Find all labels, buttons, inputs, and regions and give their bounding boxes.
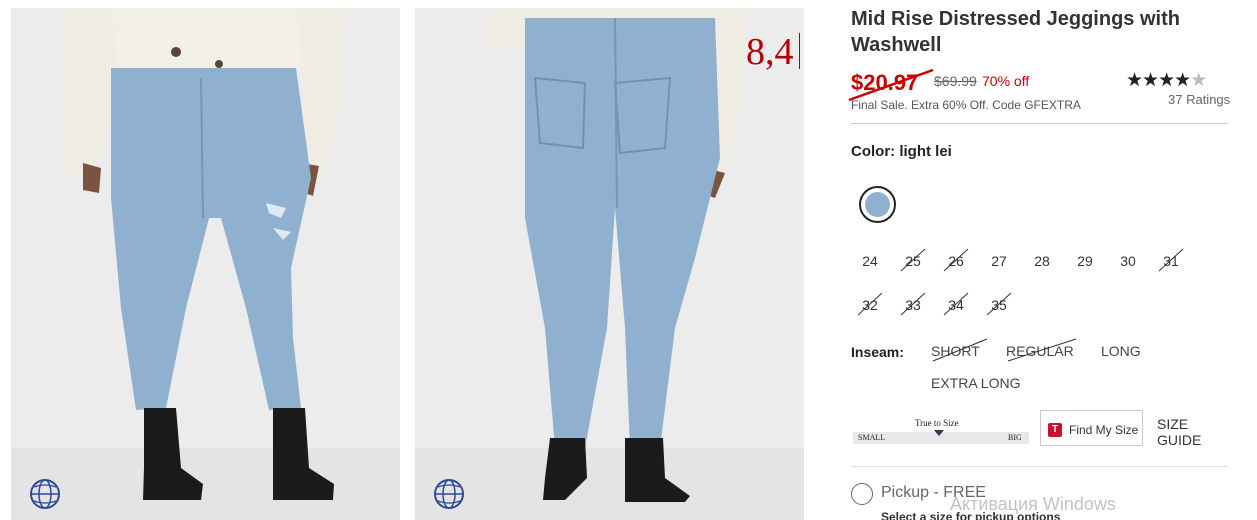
product-image-front[interactable]: [11, 8, 400, 520]
inseam-long[interactable]: LONG: [1101, 341, 1141, 361]
find-my-size-button[interactable]: T Find My Size: [1040, 410, 1143, 446]
promo-text: Final Sale. Extra 60% Off. Code GFEXTRA: [851, 98, 1081, 112]
product-image-back[interactable]: [415, 8, 804, 520]
pickup-radio-icon[interactable]: [851, 483, 873, 505]
star-icon: ★: [1158, 70, 1175, 91]
model-illustration-front: [11, 8, 400, 520]
size-34[interactable]: 34: [937, 291, 975, 319]
fit-small-label: SMALL: [858, 433, 886, 442]
original-price: $69.99: [934, 73, 977, 89]
color-label: Color: light lei: [851, 143, 952, 160]
360-spin-icon[interactable]: [27, 476, 63, 512]
360-spin-icon[interactable]: [431, 476, 467, 512]
size-29[interactable]: 29: [1066, 247, 1104, 275]
star-half-icon: ★: [1190, 70, 1207, 91]
fit-true-to-size: True to Size: [915, 418, 959, 428]
size-28[interactable]: 28: [1023, 247, 1061, 275]
inseam-short[interactable]: SHORT: [931, 338, 988, 362]
windows-activation-watermark: Активация Windows: [950, 494, 1116, 514]
size-24[interactable]: 24: [851, 247, 889, 275]
divider: [851, 123, 1228, 124]
inseam-regular[interactable]: REGULAR: [1006, 338, 1077, 362]
size-35[interactable]: 35: [980, 291, 1018, 319]
fit-pointer-icon: [934, 430, 944, 436]
size-30[interactable]: 30: [1109, 247, 1147, 275]
inseam-label: Inseam:: [851, 344, 904, 360]
size-31[interactable]: 31: [1152, 247, 1190, 275]
divider: [851, 466, 1228, 467]
find-my-size-label: Find My Size: [1069, 423, 1139, 437]
ratings-count[interactable]: 37 Ratings: [1168, 92, 1230, 107]
swatch-fill: [865, 192, 890, 217]
rating-stars[interactable]: ★★★★★: [1126, 69, 1207, 92]
fit-scale: True to Size SMALL BIG: [851, 414, 1029, 446]
product-title: Mid Rise Distressed Jeggings with Washwe…: [851, 8, 1180, 56]
star-icon: ★: [1126, 70, 1143, 91]
size-25[interactable]: 25: [894, 247, 932, 275]
star-icon: ★: [1174, 70, 1191, 91]
fit-big-label: BIG: [1008, 433, 1022, 442]
color-swatch-light-lei[interactable]: [859, 186, 896, 223]
size-32[interactable]: 32: [851, 291, 889, 319]
size-27[interactable]: 27: [980, 247, 1018, 275]
true-fit-logo-icon: T: [1048, 423, 1062, 437]
inseam-extra-long[interactable]: EXTRA LONG: [931, 373, 1020, 393]
size-guide-link[interactable]: SIZE GUIDE: [1157, 416, 1231, 448]
handwritten-annotation: 8,4: [746, 31, 794, 73]
size-33[interactable]: 33: [894, 291, 932, 319]
star-icon: ★: [1142, 70, 1159, 91]
discount-percent: 70% off: [982, 73, 1030, 89]
text-caret: [799, 33, 800, 69]
size-26[interactable]: 26: [937, 247, 975, 275]
model-illustration-back: [415, 8, 804, 520]
